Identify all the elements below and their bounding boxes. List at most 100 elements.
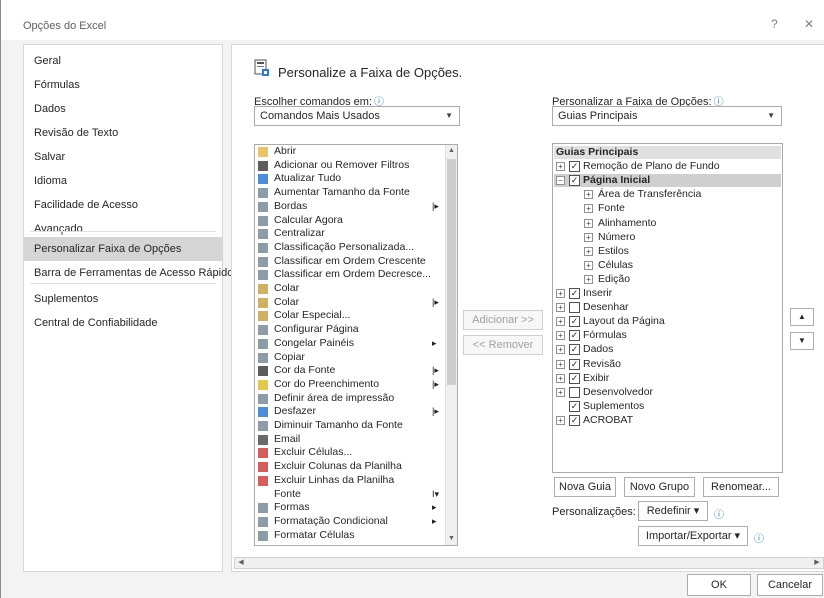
command-item[interactable]: Colar Especial... <box>256 310 444 322</box>
tree-item[interactable]: + Desenhar <box>554 301 781 314</box>
command-item[interactable]: Cor da Fonte |▸ <box>256 365 444 377</box>
command-item[interactable]: Excluir Colunas da Planilha <box>256 461 444 473</box>
command-item[interactable]: Abrir <box>256 146 444 158</box>
command-item[interactable]: Adicionar ou Remover Filtros <box>256 159 444 172</box>
choose-commands-dropdown[interactable]: Comandos Mais Usados ▼ <box>254 106 460 126</box>
sidebar-item[interactable]: Fórmulas <box>24 73 222 97</box>
tab-checkbox[interactable]: ✓ <box>569 400 580 412</box>
tab-checkbox[interactable] <box>569 302 580 314</box>
tree-item[interactable]: + ✓ ACROBAT <box>554 414 781 427</box>
expand-icon[interactable]: + <box>556 289 565 298</box>
reset-button[interactable]: Redefinir ▾ <box>638 501 708 521</box>
tree-item[interactable]: + ✓ Fórmulas <box>554 329 781 342</box>
expand-icon[interactable]: + <box>584 232 593 242</box>
tree-item[interactable]: + Fonte <box>554 202 781 215</box>
expand-icon[interactable]: + <box>556 359 565 369</box>
command-item[interactable]: Fonte I▾ <box>256 488 444 501</box>
cancel-button[interactable]: Cancelar <box>757 574 823 596</box>
sidebar-item[interactable]: Salvar <box>24 145 222 169</box>
info-icon[interactable]: ⓘ <box>754 530 764 545</box>
collapse-icon[interactable]: − <box>556 176 565 186</box>
expand-icon[interactable]: + <box>584 218 593 228</box>
tree-item[interactable]: + Células <box>554 259 781 272</box>
import-export-button[interactable]: Importar/Exportar ▾ <box>638 526 748 546</box>
ok-button[interactable]: OK <box>687 574 751 596</box>
tree-item[interactable]: − ✓ Página Inicial <box>554 174 781 188</box>
expand-icon[interactable]: + <box>584 204 593 214</box>
command-item[interactable]: Definir área de impressão <box>256 392 444 405</box>
command-item[interactable]: Calcular Agora <box>256 214 444 227</box>
expand-icon[interactable]: + <box>584 246 593 256</box>
scroll-thumb[interactable] <box>447 159 456 385</box>
customize-ribbon-dropdown[interactable]: Guias Principais ▼ <box>552 106 782 126</box>
command-item[interactable]: Classificar em Ordem Crescente <box>256 255 444 268</box>
expand-icon[interactable]: + <box>556 415 565 425</box>
add-button[interactable]: Adicionar >> <box>463 310 543 330</box>
help-button[interactable]: ? <box>771 17 778 31</box>
tree-item[interactable]: + ✓ Remoção de Plano de Fundo <box>554 160 781 173</box>
scroll-up-arrow-icon[interactable]: ▲ <box>446 145 457 157</box>
tree-item[interactable]: + Alinhamento <box>554 217 781 230</box>
tree-item[interactable]: + Edição <box>554 273 781 286</box>
sidebar-item[interactable]: Geral <box>24 49 222 73</box>
ribbon-tree[interactable]: Guias Principais + ✓ Remoção de Plano de Fu… <box>552 143 783 473</box>
sidebar-item[interactable]: Barra de Ferramentas de Acesso Rápido <box>24 261 233 285</box>
tree-item[interactable]: + Estilos <box>554 245 781 258</box>
expand-icon[interactable]: + <box>556 162 565 172</box>
tree-item[interactable]: + ✓ Dados <box>554 343 781 356</box>
command-item[interactable]: Email <box>256 433 444 446</box>
close-button[interactable]: ✕ <box>804 17 814 31</box>
expand-icon[interactable]: + <box>556 345 565 355</box>
expand-icon[interactable]: + <box>556 317 565 327</box>
command-item[interactable]: Aumentar Tamanho da Fonte <box>256 187 444 199</box>
tab-checkbox[interactable]: ✓ <box>569 358 580 370</box>
expand-icon[interactable]: + <box>556 373 565 383</box>
command-item[interactable]: Diminuir Tamanho da Fonte <box>256 420 444 432</box>
command-item[interactable]: Excluir Linhas da Planilha <box>256 474 444 487</box>
tree-item[interactable]: + Número <box>554 231 781 244</box>
tab-checkbox[interactable]: ✓ <box>569 175 580 187</box>
tab-checkbox[interactable]: ✓ <box>569 414 580 426</box>
tab-checkbox[interactable]: ✓ <box>569 344 580 356</box>
command-item[interactable]: Atualizar Tudo <box>256 173 444 185</box>
scroll-left-arrow-icon[interactable]: ◀ <box>235 558 247 568</box>
command-item[interactable]: Centralizar <box>256 228 444 240</box>
tab-checkbox[interactable]: ✓ <box>569 316 580 328</box>
sidebar-item[interactable]: Personalizar Faixa de Opções <box>24 237 222 261</box>
sidebar-item[interactable]: Facilidade de Acesso <box>24 193 222 217</box>
sidebar-item[interactable]: Suplementos <box>24 287 222 311</box>
command-item[interactable]: Cor do Preenchimento |▸ <box>256 378 444 391</box>
expand-icon[interactable]: + <box>556 387 565 397</box>
new-tab-button[interactable]: Nova Guia <box>554 477 616 497</box>
command-item[interactable]: Configurar Página <box>256 324 444 336</box>
command-item[interactable]: Copiar <box>256 351 444 364</box>
command-item[interactable]: Colar |▸ <box>256 296 444 309</box>
expand-icon[interactable]: + <box>556 303 565 313</box>
command-item[interactable]: Bordas |▸ <box>256 200 444 213</box>
expand-icon[interactable]: + <box>584 190 593 200</box>
expand-icon[interactable]: + <box>556 331 565 341</box>
tab-checkbox[interactable]: ✓ <box>569 288 580 299</box>
tree-item[interactable]: ✓ Suplementos <box>554 400 781 413</box>
tree-item[interactable]: + Desenvolvedor <box>554 386 781 399</box>
move-down-button[interactable]: ▼ <box>790 332 814 350</box>
command-item[interactable]: Classificação Personalizada... <box>256 241 444 254</box>
move-up-button[interactable]: ▲ <box>790 308 814 326</box>
sidebar-item[interactable]: Dados <box>24 97 222 121</box>
command-item[interactable]: Classificar em Ordem Decresce... <box>256 269 444 281</box>
tree-item[interactable]: + ✓ Layout da Página <box>554 315 781 328</box>
command-item[interactable]: Formas ▸ <box>256 502 444 514</box>
sidebar-item[interactable]: Revisão de Texto <box>24 121 222 145</box>
remove-button[interactable]: << Remover <box>463 335 543 355</box>
command-item[interactable]: Formatar Células <box>256 529 444 542</box>
tab-checkbox[interactable]: ✓ <box>569 372 580 384</box>
horizontal-scrollbar[interactable]: ◀ ▶ <box>234 557 824 569</box>
expand-icon[interactable]: + <box>584 260 593 270</box>
tree-item[interactable]: + ✓ Exibir <box>554 372 781 385</box>
expand-icon[interactable]: + <box>584 274 593 284</box>
command-item[interactable]: Formatação Condicional ▸ <box>256 515 444 528</box>
scroll-right-arrow-icon[interactable]: ▶ <box>811 558 823 568</box>
sidebar-item[interactable]: Idioma <box>24 169 222 193</box>
info-icon[interactable]: ⓘ <box>714 506 724 521</box>
tree-item[interactable]: + Área de Transferência <box>554 188 781 201</box>
